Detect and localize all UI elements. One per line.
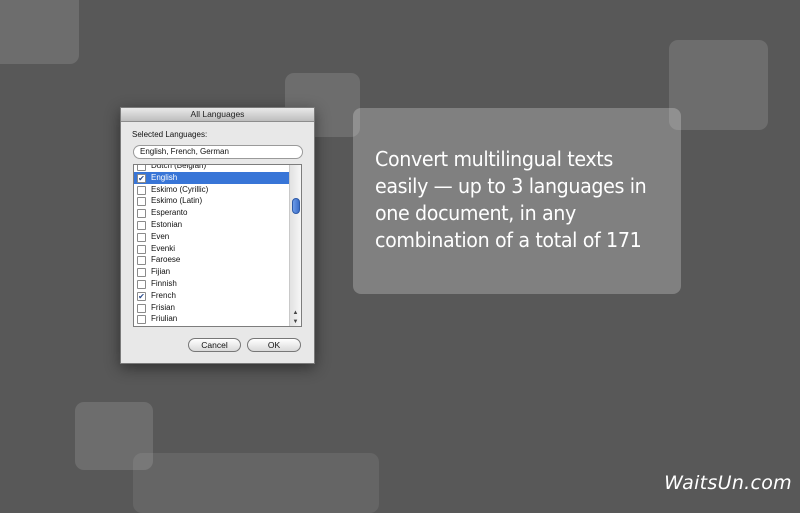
watermark: WaitsUn.com [664, 472, 792, 494]
language-row[interactable]: Evenki [134, 243, 289, 255]
checkbox[interactable] [137, 315, 146, 325]
ok-button[interactable]: OK [247, 338, 301, 352]
cancel-button[interactable]: Cancel [188, 338, 241, 352]
all-languages-dialog: All Languages Selected Languages: Englis… [120, 107, 315, 364]
language-label: Friulian [151, 314, 178, 324]
language-row[interactable]: Faroese [134, 254, 289, 266]
language-row[interactable]: Eskimo (Latin) [134, 195, 289, 207]
language-label: Eskimo (Cyrillic) [151, 184, 209, 194]
language-label: French [151, 290, 176, 300]
checkbox[interactable] [137, 268, 146, 278]
checkbox[interactable] [137, 303, 146, 313]
language-label: Fijian [151, 267, 171, 277]
language-row[interactable]: ✔ English [134, 171, 289, 184]
language-label: Faroese [151, 255, 181, 265]
checkbox[interactable] [137, 244, 146, 254]
checkbox[interactable] [137, 165, 146, 171]
list-scrollbar[interactable]: ▲ ▼ [289, 165, 301, 326]
language-row[interactable]: Fijian [134, 266, 289, 278]
selected-languages-field[interactable]: English, French, German [133, 145, 303, 159]
language-label: Dutch (Belgian) [151, 164, 207, 170]
language-label: Eskimo (Latin) [151, 196, 203, 206]
decorative-square [0, 0, 79, 64]
checkbox[interactable] [137, 185, 146, 195]
promo-panel: Convert multilingual texts easily — up t… [353, 108, 681, 294]
decorative-square [133, 453, 379, 513]
dialog-title: All Languages [121, 108, 314, 122]
language-row[interactable]: Frisian [134, 302, 289, 314]
language-label: Frisian [151, 302, 176, 312]
checkbox[interactable] [137, 209, 146, 219]
checkbox[interactable]: ✔ [137, 173, 146, 183]
checkbox[interactable] [137, 197, 146, 207]
language-row[interactable]: Estonian [134, 219, 289, 231]
language-row[interactable]: Esperanto [134, 207, 289, 219]
selected-languages-label: Selected Languages: [132, 130, 208, 139]
language-row[interactable]: Finnish [134, 278, 289, 290]
language-list[interactable]: Dutch (Belgian) ✔ English Eskimo (Cyrillic)… [133, 164, 302, 327]
language-row[interactable]: Friulian [134, 313, 289, 325]
language-label: Finnish [151, 278, 177, 288]
scroll-down-arrow-icon[interactable]: ▼ [291, 318, 300, 326]
checkbox[interactable] [137, 232, 146, 242]
checkbox[interactable] [137, 256, 146, 266]
language-row[interactable]: ✔ French [134, 290, 289, 302]
language-label: Estonian [151, 219, 183, 229]
promo-text: Convert multilingual texts easily — up t… [375, 147, 647, 252]
language-label: English [151, 172, 178, 182]
language-label: Even [151, 231, 170, 241]
checkbox[interactable]: ✔ [137, 291, 146, 301]
scroll-up-arrow-icon[interactable]: ▲ [291, 309, 300, 317]
checkbox[interactable] [137, 220, 146, 230]
language-row[interactable]: Dutch (Belgian) [134, 164, 289, 172]
checkbox[interactable] [137, 279, 146, 289]
decorative-square [669, 40, 768, 130]
language-row[interactable]: Eskimo (Cyrillic) [134, 184, 289, 196]
language-label: Esperanto [151, 208, 188, 218]
language-label: Evenki [151, 243, 176, 253]
language-rows: Dutch (Belgian) ✔ English Eskimo (Cyrillic)… [134, 164, 289, 325]
language-row[interactable]: Even [134, 231, 289, 243]
scrollbar-thumb[interactable] [292, 198, 300, 214]
